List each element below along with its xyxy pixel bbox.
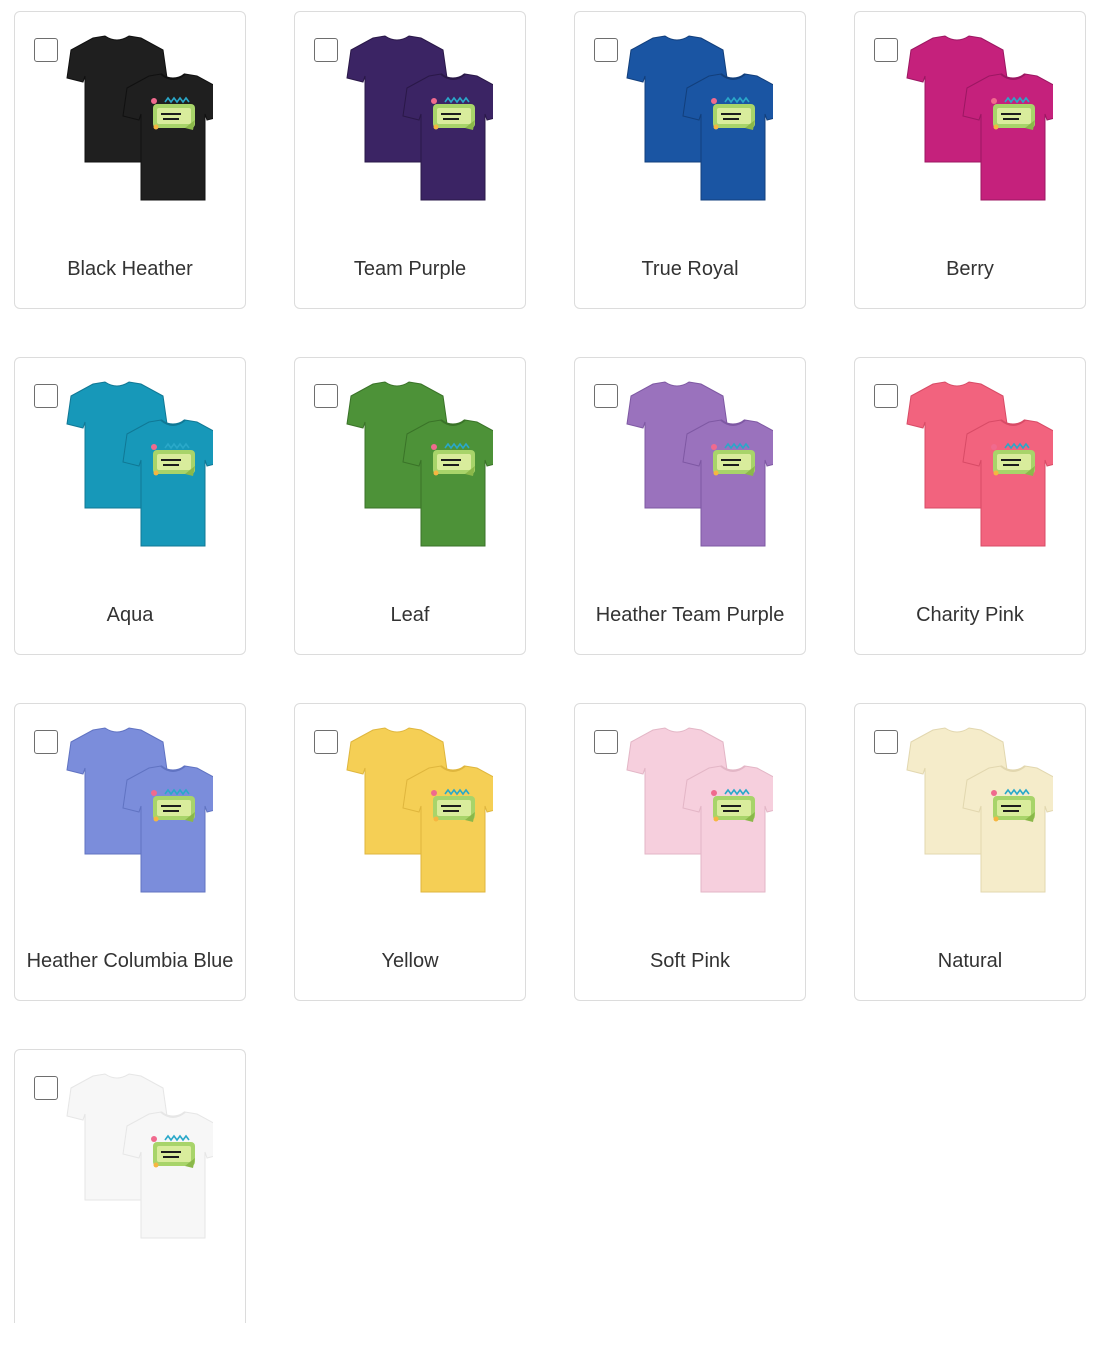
select-checkbox[interactable] xyxy=(34,730,58,754)
color-option-berry[interactable]: Berry xyxy=(854,11,1086,309)
print-dot xyxy=(711,444,717,450)
print-dot xyxy=(153,124,159,130)
tshirt-mockup-image xyxy=(906,727,1053,893)
color-option-soft-pink[interactable]: Soft Pink xyxy=(574,703,806,1001)
print-panel xyxy=(717,454,751,470)
print-panel xyxy=(437,108,471,124)
tshirt-mockup-image xyxy=(66,727,213,893)
tshirt-mockup-image xyxy=(66,381,213,547)
print-panel xyxy=(157,800,191,816)
tshirt-mockup-image xyxy=(346,381,493,547)
select-checkbox[interactable] xyxy=(874,730,898,754)
tshirt-mockup-image xyxy=(66,35,213,201)
print-dot xyxy=(433,470,439,476)
tshirt-mockup-image xyxy=(626,727,773,893)
tshirt-mockup-image xyxy=(66,1073,213,1239)
print-dot xyxy=(993,470,999,476)
tshirt-mockup-image xyxy=(626,35,773,201)
select-checkbox[interactable] xyxy=(34,1076,58,1100)
tshirt-mockup-image xyxy=(906,35,1053,201)
color-options-grid: Black Heather Team Purple True Royal Ber… xyxy=(14,11,1086,1347)
print-dot xyxy=(431,790,437,796)
print-dot xyxy=(991,98,997,104)
color-label: Leaf xyxy=(390,604,430,626)
color-label: Soft Pink xyxy=(649,950,731,972)
print-panel xyxy=(717,108,751,124)
select-checkbox[interactable] xyxy=(594,384,618,408)
color-label: Berry xyxy=(946,258,994,280)
color-option-natural[interactable]: Natural xyxy=(854,703,1086,1001)
print-dot xyxy=(153,470,159,476)
color-label: Natural xyxy=(937,950,1003,972)
print-dot xyxy=(713,470,719,476)
print-dot xyxy=(153,1162,159,1168)
print-dot xyxy=(431,444,437,450)
select-checkbox[interactable] xyxy=(874,38,898,62)
print-dot xyxy=(993,124,999,130)
color-option-heather-columbia-blue[interactable]: Heather Columbia Blue xyxy=(14,703,246,1001)
print-dot xyxy=(433,124,439,130)
color-option-heather-team-purple[interactable]: Heather Team Purple xyxy=(574,357,806,655)
print-dot xyxy=(711,790,717,796)
tshirt-mockup-image xyxy=(346,35,493,201)
print-dot xyxy=(431,98,437,104)
select-checkbox[interactable] xyxy=(594,730,618,754)
print-panel xyxy=(997,108,1031,124)
print-dot xyxy=(993,816,999,822)
print-panel xyxy=(437,454,471,470)
select-checkbox[interactable] xyxy=(594,38,618,62)
print-dot xyxy=(991,444,997,450)
color-option-true-royal[interactable]: True Royal xyxy=(574,11,806,309)
print-dot xyxy=(151,98,157,104)
print-dot xyxy=(713,816,719,822)
print-panel xyxy=(437,800,471,816)
color-label: Team Purple xyxy=(353,258,467,280)
tshirt-mockup-image xyxy=(906,381,1053,547)
select-checkbox[interactable] xyxy=(874,384,898,408)
color-option-white[interactable] xyxy=(14,1049,246,1323)
print-dot xyxy=(433,816,439,822)
print-dot xyxy=(711,98,717,104)
print-panel xyxy=(997,800,1031,816)
color-label: Heather Team Purple xyxy=(595,604,785,626)
color-label: Black Heather xyxy=(67,258,193,280)
color-option-aqua[interactable]: Aqua xyxy=(14,357,246,655)
color-option-black-heather[interactable]: Black Heather xyxy=(14,11,246,309)
select-checkbox[interactable] xyxy=(34,384,58,408)
print-panel xyxy=(157,108,191,124)
select-checkbox[interactable] xyxy=(314,384,338,408)
color-label: Charity Pink xyxy=(916,604,1024,626)
select-checkbox[interactable] xyxy=(34,38,58,62)
select-checkbox[interactable] xyxy=(314,730,338,754)
tshirt-mockup-image xyxy=(346,727,493,893)
print-dot xyxy=(151,1136,157,1142)
print-dot xyxy=(153,816,159,822)
color-option-charity-pink[interactable]: Charity Pink xyxy=(854,357,1086,655)
select-checkbox[interactable] xyxy=(314,38,338,62)
tshirt-mockup-image xyxy=(626,381,773,547)
print-panel xyxy=(157,1146,191,1162)
print-panel xyxy=(717,800,751,816)
print-panel xyxy=(157,454,191,470)
print-panel xyxy=(997,454,1031,470)
print-dot xyxy=(991,790,997,796)
color-label: Aqua xyxy=(106,604,154,626)
color-option-leaf[interactable]: Leaf xyxy=(294,357,526,655)
color-option-team-purple[interactable]: Team Purple xyxy=(294,11,526,309)
color-label: Yellow xyxy=(381,950,439,972)
color-label: True Royal xyxy=(641,258,739,280)
print-dot xyxy=(151,444,157,450)
color-option-yellow[interactable]: Yellow xyxy=(294,703,526,1001)
print-dot xyxy=(713,124,719,130)
color-label: Heather Columbia Blue xyxy=(26,950,234,972)
print-dot xyxy=(151,790,157,796)
